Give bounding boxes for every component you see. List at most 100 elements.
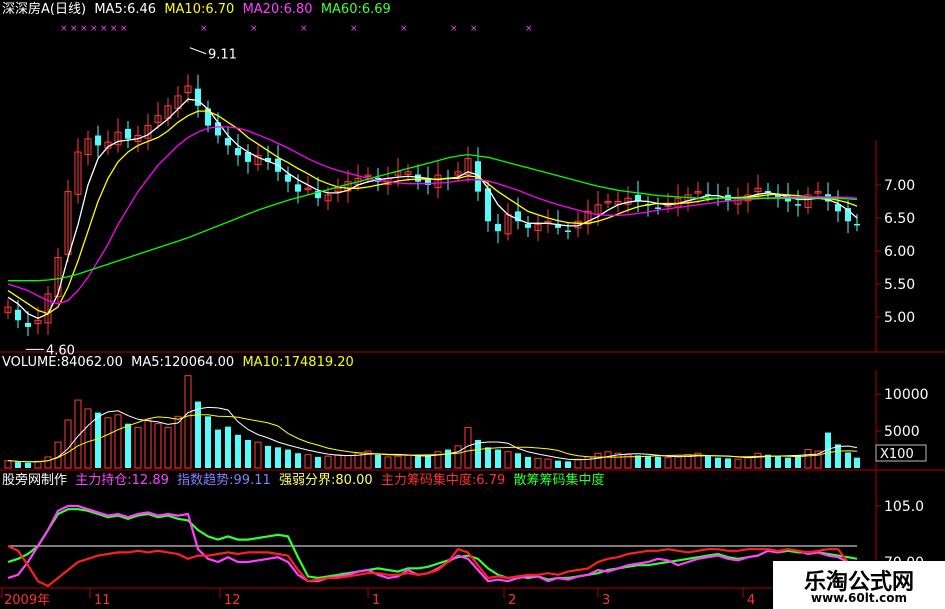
candle — [425, 166, 431, 195]
chart-canvas[interactable]: 7.006.506.005.505.009.114.60× × × × × × × × × × × ×… — [0, 0, 945, 609]
volume-bar — [795, 455, 801, 468]
candle — [285, 166, 291, 193]
volume-bar — [664, 457, 672, 469]
volume-bar — [344, 454, 352, 469]
candle — [84, 130, 92, 166]
volume-bar — [334, 454, 342, 469]
volume-bar — [544, 458, 552, 469]
candle-body — [565, 230, 571, 233]
event-marker: × — [90, 24, 98, 34]
time-tick-label: 2009年 — [4, 593, 50, 608]
volume-bar — [215, 429, 221, 468]
volume-bar — [64, 419, 72, 469]
strong-weak-value: 强弱分界:80.00 — [279, 473, 373, 488]
candle-body — [225, 138, 231, 146]
candle — [725, 186, 731, 211]
time-tick-label: 3 — [602, 593, 610, 608]
volume-bar — [495, 449, 501, 468]
price-panel[interactable]: 7.006.506.005.505.009.114.60× × × × × × × × × × × ×… — [4, 24, 915, 358]
volume-bar — [604, 451, 612, 469]
candle — [95, 125, 101, 158]
time-tick-label: 1 — [372, 593, 380, 608]
candle-body — [95, 135, 101, 146]
candle — [225, 126, 231, 155]
candle — [515, 197, 521, 230]
volume-bar — [104, 417, 112, 469]
event-marker: × — [470, 24, 478, 34]
volume-tick-label: 10000 — [884, 387, 929, 403]
candle — [384, 166, 392, 195]
volume-bar — [475, 439, 481, 468]
volume-bar — [235, 434, 241, 468]
candle — [555, 210, 561, 235]
event-marker: × — [525, 24, 533, 34]
volume-bar — [404, 454, 412, 469]
candle — [655, 197, 661, 215]
volume-bar — [225, 426, 231, 468]
candle-body — [525, 223, 531, 228]
volume-bar — [645, 456, 651, 468]
candle-body — [285, 174, 291, 182]
volume-legend: VOLUME:84062.00 MA5:120064.00 MA10:17481… — [2, 355, 354, 371]
volume-panel[interactable]: 10000 5000 X100 — [4, 375, 929, 469]
volume-bar — [254, 441, 262, 469]
stock-name[interactable]: 深深房A — [2, 2, 50, 17]
volume-bar — [715, 457, 721, 468]
volume-bar — [744, 456, 752, 469]
volume-bar — [394, 455, 402, 469]
volume-bar — [445, 449, 451, 468]
candle-body — [25, 322, 31, 327]
high-marker-arrow — [189, 47, 207, 55]
volume-bar — [34, 460, 42, 469]
candle — [245, 144, 251, 174]
candle — [795, 190, 801, 217]
candle — [104, 130, 112, 155]
volume-bar — [415, 456, 421, 468]
event-marker: × — [200, 24, 208, 34]
volume-bar — [304, 454, 312, 469]
volume-bar — [15, 462, 21, 468]
time-tick-label: 12 — [224, 593, 241, 608]
candle — [144, 113, 152, 151]
volume-bar — [485, 447, 491, 468]
event-marker: × — [300, 24, 308, 34]
candle — [4, 299, 12, 319]
volume-bar — [144, 419, 152, 469]
volume-bar — [804, 449, 812, 469]
candle — [645, 196, 651, 217]
volume-unit-label: X100 — [880, 447, 914, 462]
event-marker: × — [450, 24, 458, 34]
time-tick-label: 11 — [94, 593, 111, 608]
volume-bar — [555, 460, 561, 468]
volume-bar — [754, 452, 762, 469]
price-legend: 深深房A(日线) MA5:6.46 MA10:6.70 MA20:6.80 MA… — [2, 2, 391, 18]
volume-ma5-value: MA5:120064.00 — [131, 355, 235, 370]
candle — [845, 200, 851, 234]
volume-bar — [454, 445, 462, 469]
volume-bar — [584, 456, 592, 469]
indicator-legend: 股旁网制作 主力持仓:12.89 指数趋势:99.11 强弱分界:80.00 主… — [2, 473, 605, 489]
volume-bar — [95, 412, 101, 468]
candle — [344, 169, 352, 203]
ma-line-ma60 — [8, 153, 858, 282]
candle — [734, 188, 742, 215]
volume-bar — [205, 416, 211, 468]
main-holding-value: 主力持仓:12.89 — [75, 473, 169, 488]
candle — [804, 186, 812, 215]
event-marker: × — [80, 24, 88, 34]
time-tick-label: 4 — [747, 593, 755, 608]
volume-bar — [515, 453, 521, 468]
volume-bar — [504, 451, 512, 469]
volume-bar — [84, 408, 92, 469]
event-marker: × — [60, 24, 68, 34]
volume-bar — [154, 423, 162, 469]
candle-body — [765, 190, 771, 193]
price-tick-label: 6.00 — [884, 244, 915, 260]
volume-bar — [134, 426, 142, 469]
candle-body — [125, 128, 131, 139]
volume-bar — [315, 456, 321, 468]
volume-bar — [25, 462, 31, 468]
volume-bar — [525, 456, 531, 468]
volume-bar — [174, 415, 182, 469]
stock-chart-window: 7.00 6.50 6.00 5.50 5.00 9.11 4.60 × × × × × × × × × × × ×… — [0, 0, 945, 609]
